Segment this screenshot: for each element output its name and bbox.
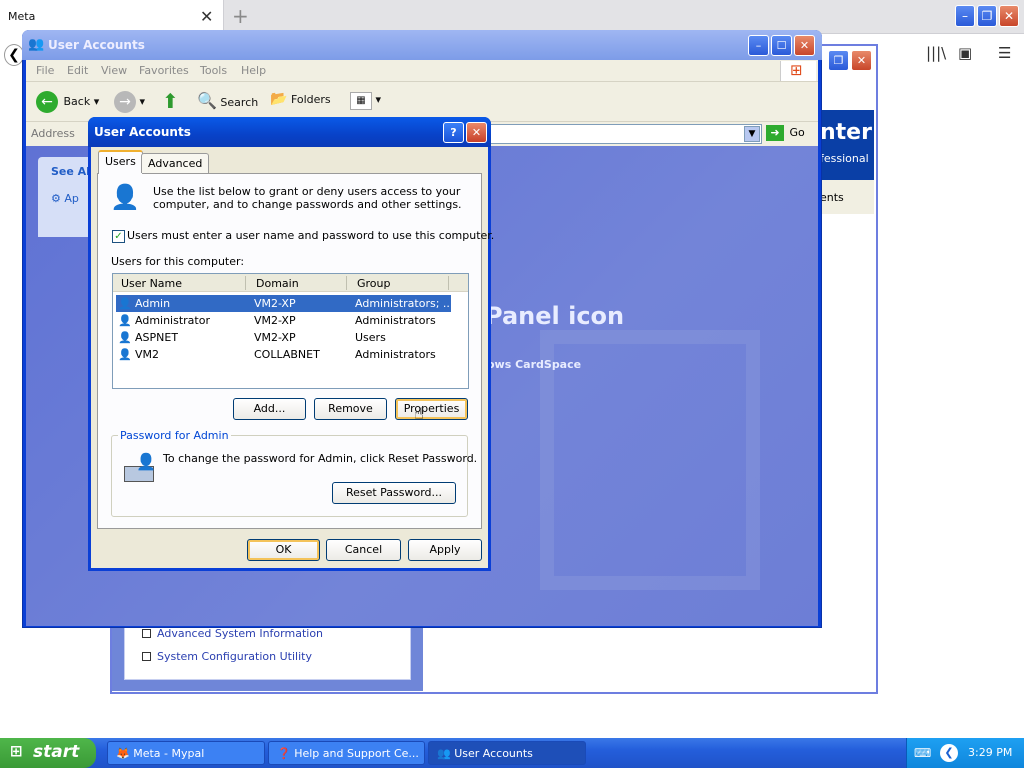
dialog-titlebar: User Accounts [88,117,491,147]
intro-text-line1: Use the list below to grant or deny user… [153,185,461,198]
column-user-name[interactable]: User Name [121,277,182,290]
views-icon: ▦ [350,92,372,110]
mouse-cursor-icon: ☝ [414,404,424,423]
control-panel-titlebar: 👥 User Accounts – ☐ ✕ [22,30,822,60]
mypal-icon: 🦊 [116,747,130,760]
tab-advanced[interactable]: Advanced [141,153,210,173]
menu-edit[interactable]: Edit [67,64,88,77]
user-icon: 👤 [118,297,132,310]
reset-password-button[interactable]: Reset Password... [332,482,456,504]
cp-close-button[interactable]: ✕ [794,35,815,56]
password-group-label: Password for Admin [118,429,231,442]
back-arrow-icon: ← [36,91,58,113]
cp-maximize-button[interactable]: ☐ [771,35,792,56]
user-row[interactable]: 👤 Admin VM2-XP Administrators; ... [116,295,451,312]
user-icon: 👤 [118,314,132,327]
windows-flag-icon: ⊞ [10,742,23,760]
up-folder-icon[interactable]: ⬆ [162,89,179,113]
help-icon: ❓ [277,747,291,760]
windows-logo-icon: ⊞ [780,61,816,81]
password-groupbox [111,435,468,517]
sidebar-icon[interactable]: ▣ [958,44,972,62]
user-icon: 👤 [118,331,132,344]
listview-header: User Name Domain Group [113,274,468,292]
help-nav-text[interactable]: ents [820,191,844,204]
see-also-item[interactable]: ⚙ Ap [51,192,79,205]
control-panel-title: User Accounts [48,38,145,52]
go-arrow-icon: ➜ [766,125,784,141]
taskbar-item-help[interactable]: ❓ Help and Support Ce... [268,741,425,765]
user-row[interactable]: 👤 ASPNET VM2-XP Users [116,329,451,346]
menu-tools[interactable]: Tools [200,64,227,77]
must-login-label[interactable]: Users must enter a user name and passwor… [127,229,494,242]
help-restore-button[interactable]: ❐ [828,50,849,71]
forward-arrow-icon: → [114,91,136,113]
cp-minimize-button[interactable]: – [748,35,769,56]
help-link-system-config-utility[interactable]: System Configuration Utility [142,650,312,663]
cp-cardspace-link[interactable]: ows CardSpace [487,358,581,371]
search-button[interactable]: 🔍 Search [197,91,258,110]
views-button[interactable]: ▦ ▾ [350,92,381,110]
address-label: Address [31,127,75,140]
menu-icon[interactable]: ☰ [998,44,1011,62]
dialog-close-button[interactable]: ✕ [466,122,487,143]
address-input[interactable]: ▼ [490,124,762,144]
browser-minimize-button[interactable]: – [955,5,975,27]
must-login-checkbox[interactable]: ✓ [112,230,125,243]
ok-button[interactable]: OK [247,539,320,561]
browser-restore-button[interactable]: ❐ [977,5,997,27]
menu-file[interactable]: File [36,64,54,77]
help-content-area [423,623,876,691]
apply-button[interactable]: Apply [408,539,482,561]
properties-button[interactable]: Properties [395,398,468,420]
tab-users[interactable]: Users [98,150,143,174]
cancel-button[interactable]: Cancel [326,539,401,561]
taskbar-item-mypal[interactable]: 🦊 Meta - Mypal [107,741,265,765]
column-group[interactable]: Group [357,277,391,290]
computer-user-icon: 👤 [124,452,158,484]
add-user-button[interactable]: Add... [233,398,306,420]
tray-expand-icon[interactable]: ❮ [940,744,958,762]
dialog-help-button[interactable]: ? [443,122,464,143]
forward-button[interactable]: → ▾ [114,91,145,113]
dialog-title: User Accounts [94,125,191,139]
folders-button[interactable]: 📂 Folders [270,91,331,107]
user-accounts-task-icon: 👥 [437,747,451,760]
browser-tab-title: Meta [8,10,36,23]
users-key-icon: 👤 [110,183,140,211]
user-row[interactable]: 👤 Administrator VM2-XP Administrators [116,312,451,329]
menu-view[interactable]: View [101,64,127,77]
browser-back-icon[interactable]: ❮ [4,44,24,66]
browser-tab[interactable]: Meta ✕ [0,0,224,34]
address-dropdown-icon[interactable]: ▼ [744,126,760,142]
intro-text-line2: computer, and to change passwords and ot… [153,198,462,211]
back-button[interactable]: ← Back ▾ [36,91,99,113]
cp-body-heading: Panel icon [485,302,625,330]
library-icon[interactable]: |||\ [926,44,946,62]
folders-icon: 📂 [270,91,288,107]
user-row[interactable]: 👤 VM2 COLLABNET Administrators [116,346,451,363]
password-help-text: To change the password for Admin, click … [163,452,478,465]
remove-user-button[interactable]: Remove [314,398,387,420]
help-header-subtitle: fessional [820,152,869,165]
column-domain[interactable]: Domain [256,277,299,290]
clock: 3:29 PM [968,746,1013,759]
close-tab-icon[interactable]: ✕ [200,7,213,26]
user-icon: 👤 [118,348,132,361]
browser-close-button[interactable]: ✕ [999,5,1019,27]
keyboard-icon[interactable]: ⌨ [914,746,931,760]
user-accounts-icon: 👥 [28,37,45,52]
users-list-label: Users for this computer: [111,255,245,268]
help-close-button[interactable]: ✕ [851,50,872,71]
go-button[interactable]: ➜ Go [766,125,805,141]
start-button[interactable]: ⊞ start [0,738,96,768]
search-icon: 🔍 [197,91,217,110]
help-header-title: nter [820,120,872,145]
new-tab-button[interactable]: + [232,4,249,28]
menu-favorites[interactable]: Favorites [139,64,189,77]
users-listview[interactable]: User Name Domain Group 👤 Admin VM2-XP Ad… [112,273,469,389]
help-link-advanced-system-info[interactable]: Advanced System Information [142,627,323,640]
taskbar-item-user-accounts[interactable]: 👥 User Accounts [428,741,586,765]
menu-help[interactable]: Help [241,64,266,77]
